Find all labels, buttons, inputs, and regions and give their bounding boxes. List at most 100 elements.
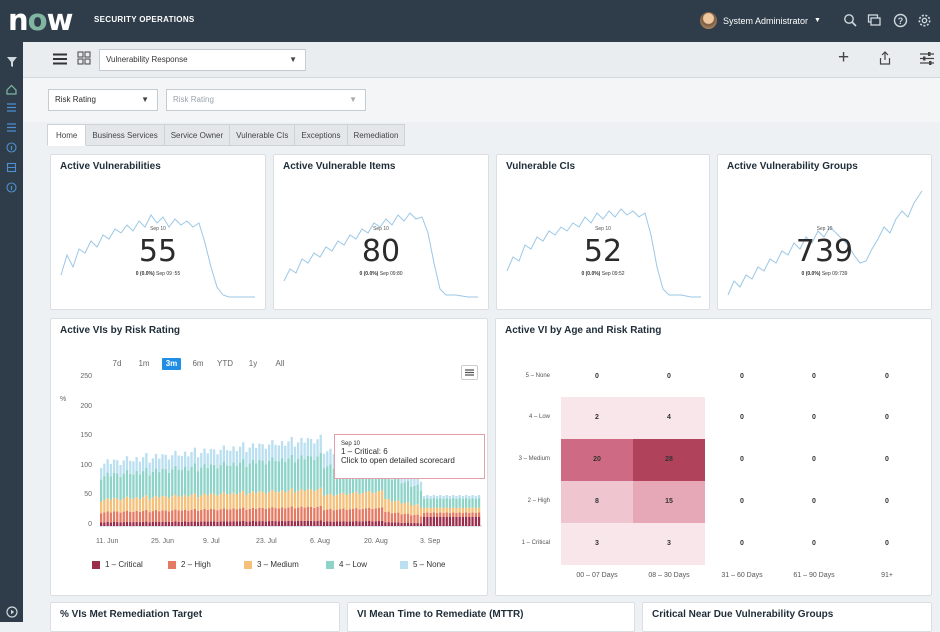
workspace-select[interactable]: Vulnerability Response ▼ — [99, 49, 306, 71]
bar-segment — [423, 508, 426, 513]
heatmap-cell[interactable]: 0 — [778, 481, 850, 523]
range-1y[interactable]: 1y — [246, 358, 260, 370]
bar-segment — [329, 464, 332, 494]
heatmap-cell[interactable]: 0 — [851, 397, 923, 439]
heatmap-cell[interactable]: 0 — [778, 523, 850, 565]
database-icon[interactable] — [5, 162, 18, 174]
heatmap-cell[interactable]: 28 — [633, 439, 705, 481]
range-7d[interactable]: 7d — [110, 358, 124, 370]
bar-segment — [116, 473, 119, 499]
risk-rating-value-filter[interactable]: Risk Rating ▼ — [166, 89, 366, 111]
bar-segment — [103, 512, 106, 523]
heatmap-cell[interactable]: 0 — [851, 356, 923, 398]
bar-segment — [148, 475, 151, 500]
heatmap-cell[interactable]: 20 — [561, 439, 633, 481]
bar-segment — [355, 508, 358, 522]
heatmap-cell[interactable]: 0 — [561, 356, 633, 398]
legend-item[interactable]: 2 – High — [168, 560, 211, 569]
bar-segment — [232, 446, 235, 463]
heatmap-cell[interactable]: 0 — [851, 439, 923, 481]
play-icon[interactable] — [5, 606, 18, 618]
tab-exceptions[interactable]: Exceptions — [295, 124, 348, 146]
range-3m[interactable]: 3m — [162, 358, 181, 370]
bar-segment — [313, 521, 316, 526]
filter-icon[interactable] — [5, 56, 18, 68]
bar-segment — [242, 507, 245, 521]
bar-segment — [242, 442, 245, 459]
bar-segment — [390, 501, 393, 514]
add-icon[interactable]: + — [838, 48, 849, 67]
range-1m[interactable]: 1m — [136, 358, 152, 370]
bar-segment — [174, 450, 177, 466]
heatmap-cell[interactable]: 3 — [633, 523, 705, 565]
heatmap-cell[interactable]: 0 — [778, 356, 850, 398]
heatmap-cell[interactable]: 0 — [778, 397, 850, 439]
bar-segment — [316, 520, 319, 526]
kpi-card-active-vulnerabilities[interactable]: Active Vulnerabilities Sep 10 55 0 (0.0%… — [50, 154, 266, 310]
chat-icon[interactable] — [866, 13, 882, 29]
legend-item[interactable]: 3 – Medium — [244, 560, 299, 569]
heatmap-cell[interactable]: 4 — [633, 397, 705, 439]
risk-rating-filter[interactable]: Risk Rating ▼ — [48, 89, 158, 111]
bar-segment — [309, 520, 313, 526]
heatmap-cell[interactable]: 8 — [561, 481, 633, 523]
bar-segment — [384, 511, 387, 523]
info-icon[interactable] — [5, 182, 18, 194]
kpi-card-active-vulnerable-items[interactable]: Active Vulnerable Items Sep 10 80 0 (0.0… — [273, 154, 489, 310]
user-menu[interactable]: System Administrator ▼ — [700, 12, 821, 29]
heatmap-cell[interactable]: 3 — [561, 523, 633, 565]
legend-item[interactable]: 4 – Low — [326, 560, 367, 569]
heatmap-cell[interactable]: 0 — [633, 356, 705, 398]
bar-segment — [465, 516, 468, 526]
heatmap-cell[interactable]: 0 — [778, 439, 850, 481]
tab-vulnerable-cis[interactable]: Vulnerable CIs — [230, 124, 296, 146]
grid-icon[interactable] — [77, 51, 91, 70]
range-6m[interactable]: 6m — [190, 358, 206, 370]
list-icon[interactable] — [5, 102, 18, 114]
heatmap-cell[interactable]: 0 — [706, 397, 778, 439]
chart-tooltip[interactable]: Sep 10 1 – Critical: 6 Click to open det… — [334, 434, 485, 479]
tab-home[interactable]: Home — [47, 124, 87, 146]
bar-segment — [122, 460, 125, 474]
card-title: VI Mean Time to Remediate (MTTR) — [357, 609, 524, 620]
bar-segment — [148, 499, 151, 513]
servicenow-logo[interactable]: now — [8, 4, 73, 36]
list-icon[interactable] — [5, 122, 18, 134]
legend-label: 2 – High — [181, 560, 211, 569]
heatmap-cell[interactable]: 0 — [706, 356, 778, 398]
heatmap-cell[interactable]: 2 — [561, 397, 633, 439]
home-icon[interactable] — [5, 84, 18, 96]
bar-segment — [106, 498, 109, 512]
heatmap-cell[interactable]: 15 — [633, 481, 705, 523]
heatmap-cell[interactable]: 0 — [851, 481, 923, 523]
heatmap-cell[interactable]: 0 — [706, 481, 778, 523]
heatmap-x-label: 61 – 90 Days — [793, 572, 835, 579]
tab-business-services[interactable]: Business Services — [86, 124, 165, 146]
info-icon[interactable] — [5, 142, 18, 154]
range-all[interactable]: All — [272, 358, 288, 370]
menu-icon[interactable] — [53, 52, 67, 70]
kpi-card-vulnerable-cis[interactable]: Vulnerable CIs Sep 10 52 0 (0.0%) Sep 09… — [496, 154, 710, 310]
range-ytd[interactable]: YTD — [214, 358, 236, 370]
bar-segment — [397, 512, 400, 523]
heatmap-cell[interactable]: 0 — [706, 523, 778, 565]
sliders-icon[interactable] — [920, 52, 934, 70]
heatmap-cell[interactable]: 0 — [706, 439, 778, 481]
kpi-card-active-vulnerability-groups[interactable]: Active Vulnerability Groups Sep 10 739 0… — [717, 154, 932, 310]
bar-segment — [303, 459, 306, 491]
bar-segment — [148, 512, 151, 523]
gear-icon[interactable] — [916, 13, 932, 29]
legend-item[interactable]: 1 – Critical — [92, 560, 143, 569]
heatmap-cell[interactable]: 0 — [851, 523, 923, 565]
help-icon[interactable]: ? — [892, 13, 908, 29]
search-icon[interactable] — [842, 13, 858, 29]
legend-item[interactable]: 5 – None — [400, 560, 445, 569]
tab-service-owner[interactable]: Service Owner — [164, 124, 231, 146]
bar-segment — [171, 469, 174, 497]
bar-segment — [410, 505, 413, 516]
bar-segment — [393, 522, 397, 526]
bar-segment — [248, 521, 251, 526]
tab-remediation[interactable]: Remediation — [347, 124, 406, 146]
bar-segment — [290, 520, 293, 526]
share-icon[interactable] — [879, 51, 891, 70]
